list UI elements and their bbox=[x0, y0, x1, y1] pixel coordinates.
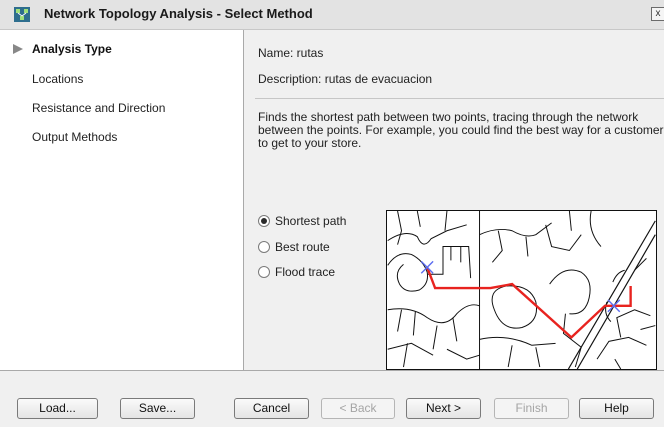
divider bbox=[255, 98, 664, 99]
title-bar: Network Topology Analysis - Select Metho… bbox=[0, 0, 664, 30]
step-resistance-and-direction[interactable]: Resistance and Direction bbox=[32, 101, 165, 115]
radio-shortest-path[interactable]: Shortest path bbox=[258, 214, 346, 228]
radio-flood-trace[interactable]: Flood trace bbox=[258, 265, 335, 279]
load-button[interactable]: Load... bbox=[17, 398, 98, 419]
finish-button[interactable]: Finish bbox=[494, 398, 569, 419]
network-preview-map bbox=[386, 210, 657, 370]
cancel-button[interactable]: Cancel bbox=[234, 398, 309, 419]
method-description: Finds the shortest path between two poin… bbox=[258, 110, 664, 150]
step-analysis-type[interactable]: Analysis Type bbox=[32, 42, 112, 56]
window-title: Network Topology Analysis - Select Metho… bbox=[44, 6, 313, 21]
radio-label: Shortest path bbox=[275, 214, 347, 228]
help-button[interactable]: Help bbox=[579, 398, 654, 419]
wizard-footer: Load... Save... Cancel < Back Next > Fin… bbox=[0, 370, 664, 427]
next-button[interactable]: Next > bbox=[406, 398, 481, 419]
analysis-description: Description: rutas de evacuacion bbox=[258, 72, 433, 86]
radio-button-icon[interactable] bbox=[258, 241, 270, 253]
radio-best-route[interactable]: Best route bbox=[258, 240, 330, 254]
current-step-arrow-icon bbox=[13, 44, 23, 54]
close-button[interactable]: x bbox=[651, 7, 664, 21]
analysis-name: Name: rutas bbox=[258, 46, 324, 60]
radio-button-icon[interactable] bbox=[258, 215, 270, 227]
analysis-type-panel: Name: rutas Description: rutas de evacua… bbox=[244, 30, 664, 370]
select-method-dialog: Network Topology Analysis - Select Metho… bbox=[0, 0, 664, 427]
back-button[interactable]: < Back bbox=[321, 398, 395, 419]
radio-label: Best route bbox=[275, 240, 330, 254]
save-button[interactable]: Save... bbox=[120, 398, 195, 419]
network-app-icon bbox=[14, 7, 30, 22]
step-locations[interactable]: Locations bbox=[32, 72, 83, 86]
radio-button-icon[interactable] bbox=[258, 266, 270, 278]
wizard-steps-sidebar: Analysis Type Locations Resistance and D… bbox=[0, 30, 244, 370]
radio-label: Flood trace bbox=[275, 265, 336, 279]
step-output-methods[interactable]: Output Methods bbox=[32, 130, 117, 144]
